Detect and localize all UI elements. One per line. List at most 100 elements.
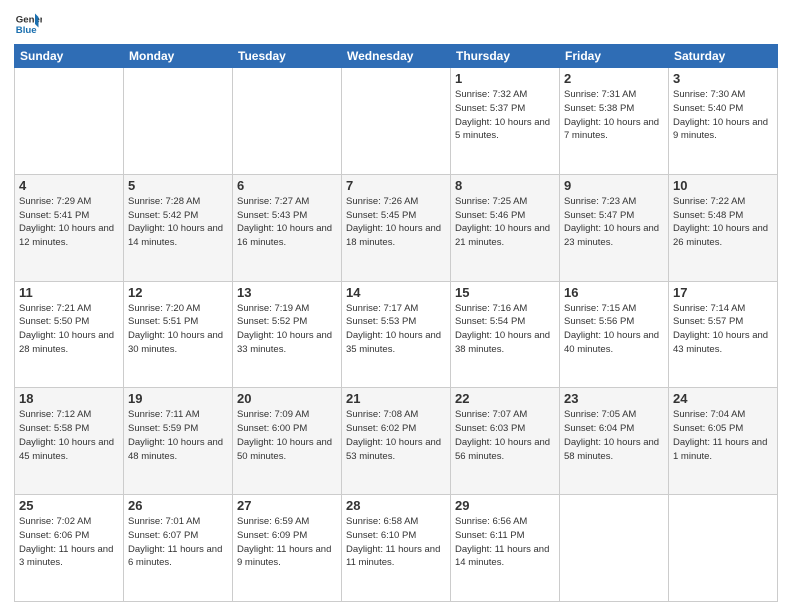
day-info: Sunrise: 7:04 AM Sunset: 6:05 PM Dayligh… [673,408,773,463]
weekday-monday: Monday [124,45,233,68]
day-cell: 28 Sunrise: 6:58 AM Sunset: 6:10 PM Dayli… [342,495,451,602]
day-info: Sunrise: 6:56 AM Sunset: 6:11 PM Dayligh… [455,515,555,570]
day-info: Sunrise: 7:29 AM Sunset: 5:41 PM Dayligh… [19,195,119,250]
calendar: SundayMondayTuesdayWednesdayThursdayFrid… [14,44,778,602]
logo: General Blue [14,10,42,38]
day-number: 28 [346,498,446,513]
day-cell: 2 Sunrise: 7:31 AM Sunset: 5:38 PM Daylig… [560,68,669,175]
day-cell: 7 Sunrise: 7:26 AM Sunset: 5:45 PM Daylig… [342,174,451,281]
day-number: 15 [455,285,555,300]
day-cell: 10 Sunrise: 7:22 AM Sunset: 5:48 PM Dayli… [669,174,778,281]
day-cell: 24 Sunrise: 7:04 AM Sunset: 6:05 PM Dayli… [669,388,778,495]
logo-icon: General Blue [14,10,42,38]
day-cell: 3 Sunrise: 7:30 AM Sunset: 5:40 PM Daylig… [669,68,778,175]
day-number: 6 [237,178,337,193]
day-number: 27 [237,498,337,513]
weekday-saturday: Saturday [669,45,778,68]
day-cell: 22 Sunrise: 7:07 AM Sunset: 6:03 PM Dayli… [451,388,560,495]
day-info: Sunrise: 7:26 AM Sunset: 5:45 PM Dayligh… [346,195,446,250]
day-cell [15,68,124,175]
day-info: Sunrise: 7:09 AM Sunset: 6:00 PM Dayligh… [237,408,337,463]
day-number: 1 [455,71,555,86]
day-cell: 25 Sunrise: 7:02 AM Sunset: 6:06 PM Dayli… [15,495,124,602]
day-number: 26 [128,498,228,513]
week-row-1: 1 Sunrise: 7:32 AM Sunset: 5:37 PM Daylig… [15,68,778,175]
day-number: 12 [128,285,228,300]
day-info: Sunrise: 7:19 AM Sunset: 5:52 PM Dayligh… [237,302,337,357]
day-number: 8 [455,178,555,193]
day-cell: 17 Sunrise: 7:14 AM Sunset: 5:57 PM Dayli… [669,281,778,388]
day-number: 13 [237,285,337,300]
day-cell [669,495,778,602]
day-cell [560,495,669,602]
day-cell: 21Sunrise: 7:08 AM Sunset: 6:02 PM Dayli… [342,388,451,495]
day-cell: 12 Sunrise: 7:20 AM Sunset: 5:51 PM Dayli… [124,281,233,388]
page: General Blue SundayMondayTuesdayWednesda… [0,0,792,612]
weekday-thursday: Thursday [451,45,560,68]
day-number: 4 [19,178,119,193]
day-number: 17 [673,285,773,300]
day-number: 22 [455,391,555,406]
day-info: Sunrise: 7:25 AM Sunset: 5:46 PM Dayligh… [455,195,555,250]
day-number: 10 [673,178,773,193]
day-info: Sunrise: 6:58 AM Sunset: 6:10 PM Dayligh… [346,515,446,570]
day-info: Sunrise: 6:59 AM Sunset: 6:09 PM Dayligh… [237,515,337,570]
week-row-5: 25 Sunrise: 7:02 AM Sunset: 6:06 PM Dayli… [15,495,778,602]
day-cell [124,68,233,175]
weekday-sunday: Sunday [15,45,124,68]
day-info: Sunrise: 7:16 AM Sunset: 5:54 PM Dayligh… [455,302,555,357]
day-info: Sunrise: 7:30 AM Sunset: 5:40 PM Dayligh… [673,88,773,143]
week-row-2: 4 Sunrise: 7:29 AM Sunset: 5:41 PM Daylig… [15,174,778,281]
day-info: Sunrise: 7:31 AM Sunset: 5:38 PM Dayligh… [564,88,664,143]
day-number: 29 [455,498,555,513]
day-info: Sunrise: 7:01 AM Sunset: 6:07 PM Dayligh… [128,515,228,570]
day-cell: 14 Sunrise: 7:17 AM Sunset: 5:53 PM Dayli… [342,281,451,388]
week-row-4: 18 Sunrise: 7:12 AM Sunset: 5:58 PM Dayli… [15,388,778,495]
day-info: Sunrise: 7:11 AM Sunset: 5:59 PM Dayligh… [128,408,228,463]
day-number: 25 [19,498,119,513]
day-info: Sunrise: 7:32 AM Sunset: 5:37 PM Dayligh… [455,88,555,143]
day-cell: 13 Sunrise: 7:19 AM Sunset: 5:52 PM Dayli… [233,281,342,388]
day-info: Sunrise: 7:17 AM Sunset: 5:53 PM Dayligh… [346,302,446,357]
day-cell: 19Sunrise: 7:11 AM Sunset: 5:59 PM Dayli… [124,388,233,495]
day-info: Sunrise: 7:12 AM Sunset: 5:58 PM Dayligh… [19,408,119,463]
day-number: 9 [564,178,664,193]
day-number: 21 [346,391,446,406]
day-cell: 4 Sunrise: 7:29 AM Sunset: 5:41 PM Daylig… [15,174,124,281]
day-number: 14 [346,285,446,300]
day-info: Sunrise: 7:28 AM Sunset: 5:42 PM Dayligh… [128,195,228,250]
day-cell: 15 Sunrise: 7:16 AM Sunset: 5:54 PM Dayli… [451,281,560,388]
day-number: 20 [237,391,337,406]
day-cell [342,68,451,175]
day-info: Sunrise: 7:14 AM Sunset: 5:57 PM Dayligh… [673,302,773,357]
header: General Blue [14,10,778,38]
day-cell: 26 Sunrise: 7:01 AM Sunset: 6:07 PM Dayli… [124,495,233,602]
weekday-tuesday: Tuesday [233,45,342,68]
weekday-wednesday: Wednesday [342,45,451,68]
day-cell: 11Sunrise: 7:21 AM Sunset: 5:50 PM Dayli… [15,281,124,388]
day-cell: 23 Sunrise: 7:05 AM Sunset: 6:04 PM Dayli… [560,388,669,495]
day-info: Sunrise: 7:20 AM Sunset: 5:51 PM Dayligh… [128,302,228,357]
day-number: 16 [564,285,664,300]
day-number: 3 [673,71,773,86]
day-info: Sunrise: 7:15 AM Sunset: 5:56 PM Dayligh… [564,302,664,357]
day-number: 7 [346,178,446,193]
weekday-friday: Friday [560,45,669,68]
day-info: Sunrise: 7:22 AM Sunset: 5:48 PM Dayligh… [673,195,773,250]
day-info: Sunrise: 7:27 AM Sunset: 5:43 PM Dayligh… [237,195,337,250]
day-cell: 5 Sunrise: 7:28 AM Sunset: 5:42 PM Daylig… [124,174,233,281]
day-cell: 6 Sunrise: 7:27 AM Sunset: 5:43 PM Daylig… [233,174,342,281]
day-cell: 18 Sunrise: 7:12 AM Sunset: 5:58 PM Dayli… [15,388,124,495]
day-number: 5 [128,178,228,193]
day-number: 23 [564,391,664,406]
day-info: Sunrise: 7:02 AM Sunset: 6:06 PM Dayligh… [19,515,119,570]
day-info: Sunrise: 7:07 AM Sunset: 6:03 PM Dayligh… [455,408,555,463]
day-number: 24 [673,391,773,406]
week-row-3: 11Sunrise: 7:21 AM Sunset: 5:50 PM Dayli… [15,281,778,388]
day-info: Sunrise: 7:05 AM Sunset: 6:04 PM Dayligh… [564,408,664,463]
day-number: 11 [19,285,119,300]
day-cell: 16 Sunrise: 7:15 AM Sunset: 5:56 PM Dayli… [560,281,669,388]
day-number: 2 [564,71,664,86]
day-number: 18 [19,391,119,406]
day-cell: 27 Sunrise: 6:59 AM Sunset: 6:09 PM Dayli… [233,495,342,602]
